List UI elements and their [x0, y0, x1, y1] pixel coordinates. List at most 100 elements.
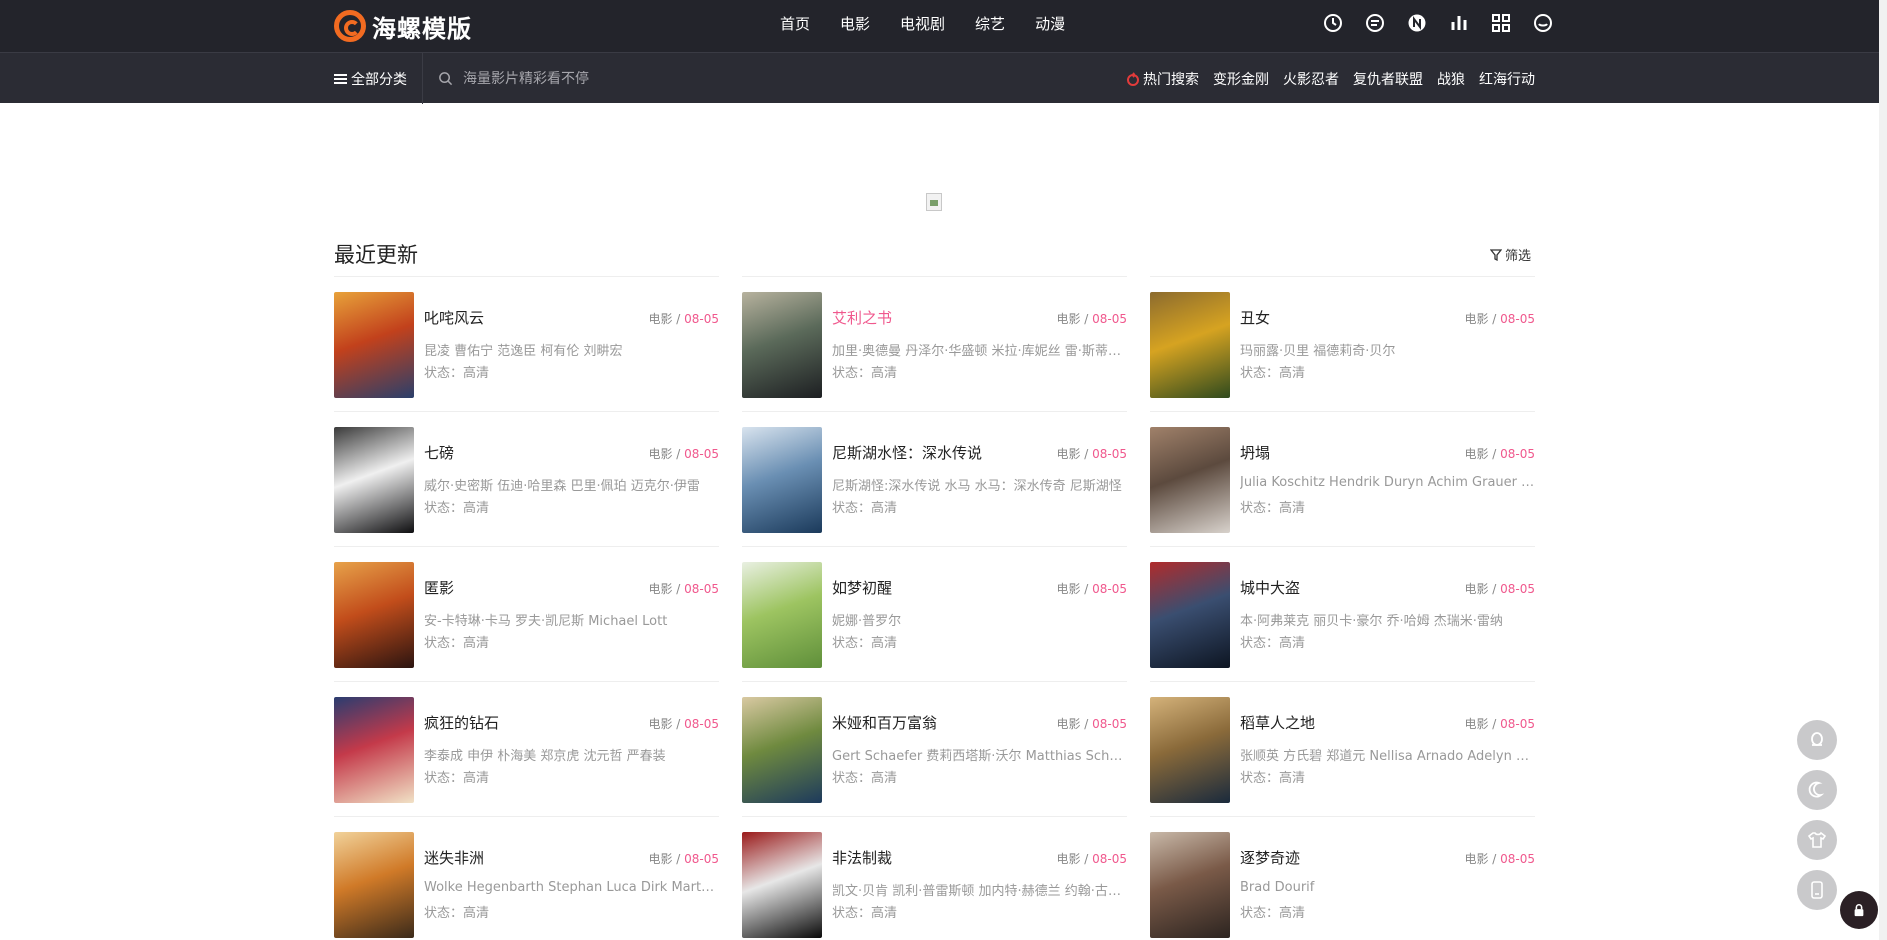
- shirt-icon: [1807, 831, 1827, 848]
- movie-status: 状态：高清: [832, 636, 898, 651]
- movie-card[interactable]: 迷失非洲 电影 / 08-05 Wolke Hegenbarth Stephan L…: [334, 816, 719, 938]
- message-icon[interactable]: [1364, 12, 1386, 34]
- site-logo[interactable]: 海螺模版: [334, 6, 472, 46]
- movie-poster[interactable]: [1150, 832, 1230, 938]
- filter-button[interactable]: 筛选: [1490, 245, 1531, 264]
- theme-button[interactable]: [1797, 820, 1837, 860]
- movie-poster[interactable]: [334, 427, 414, 533]
- movie-title[interactable]: 丑女: [1240, 307, 1270, 328]
- movie-date: 08-05: [684, 582, 719, 596]
- movie-card[interactable]: 逐梦奇迹 电影 / 08-05 Brad Dourif 状态：高清: [1150, 816, 1535, 938]
- nav-item-anime[interactable]: 动漫: [1035, 13, 1065, 34]
- search-input[interactable]: [463, 70, 763, 87]
- hot-search-item[interactable]: 火影忍者: [1283, 69, 1339, 89]
- movie-poster[interactable]: [742, 562, 822, 668]
- movie-card[interactable]: 七磅 电影 / 08-05 威尔·史密斯 伍迪·哈里森 巴里·佩珀 迈克尔·伊雷 状态…: [334, 411, 719, 533]
- movie-type: 电影 /: [1464, 582, 1501, 596]
- movie-poster[interactable]: [334, 832, 414, 938]
- movie-card[interactable]: 艾利之书 电影 / 08-05 加里·奥德曼 丹泽尔·华盛顿 米拉·库妮丝 雷·斯蒂…: [742, 276, 1127, 398]
- movie-status: 状态：高清: [1240, 636, 1306, 651]
- movie-actors: 凯文·贝肯 凯利·普雷斯顿 加内特·赫德兰 约翰·古德曼: [832, 884, 1127, 899]
- movie-poster[interactable]: [742, 292, 822, 398]
- movie-meta: 电影 / 08-05: [1464, 715, 1535, 732]
- movie-status: 状态：高清: [424, 636, 490, 651]
- movie-meta: 电影 / 08-05: [1464, 310, 1535, 327]
- movie-date: 08-05: [1092, 312, 1127, 326]
- movie-card[interactable]: 米娅和百万富翁 电影 / 08-05 Gert Schaefer 费莉西塔斯·沃尔 …: [742, 681, 1127, 803]
- clock-icon[interactable]: [1322, 12, 1344, 34]
- movie-actors: Gert Schaefer 费莉西塔斯·沃尔 Matthias Schweigh…: [832, 749, 1127, 764]
- movie-date: 08-05: [1500, 717, 1535, 731]
- movie-poster[interactable]: [742, 697, 822, 803]
- movie-card[interactable]: 匿影 电影 / 08-05 安-卡特琳·卡马 罗夫·凯尼斯 Michael Lott…: [334, 546, 719, 668]
- grid-icon[interactable]: [1490, 12, 1512, 34]
- notice-icon[interactable]: [1406, 12, 1428, 34]
- movie-card[interactable]: 非法制裁 电影 / 08-05 凯文·贝肯 凯利·普雷斯顿 加内特·赫德兰 约翰·古…: [742, 816, 1127, 938]
- page-scrollbar[interactable]: [1879, 0, 1887, 940]
- movie-card[interactable]: 丑女 电影 / 08-05 玛丽露·贝里 福德莉奇·贝尔 状态：高清: [1150, 276, 1535, 398]
- filter-label: 筛选: [1505, 249, 1532, 264]
- movie-title[interactable]: 城中大盗: [1240, 577, 1300, 598]
- movie-card[interactable]: 尼斯湖水怪：深水传说 电影 / 08-05 尼斯湖怪:深水传说 水马 水马：深水传奇…: [742, 411, 1127, 533]
- movie-card[interactable]: 疯狂的钻石 电影 / 08-05 李泰成 申伊 朴海美 郑京虎 沈元哲 严春装 状态：…: [334, 681, 719, 803]
- nav-item-tv[interactable]: 电视剧: [900, 13, 945, 34]
- movie-title[interactable]: 艾利之书: [832, 307, 892, 328]
- movie-title[interactable]: 坍塌: [1240, 442, 1270, 463]
- movie-title[interactable]: 逐梦奇迹: [1240, 847, 1300, 868]
- movie-title[interactable]: 稻草人之地: [1240, 712, 1315, 733]
- movie-poster[interactable]: [1150, 292, 1230, 398]
- all-categories-button[interactable]: 全部分类: [334, 53, 407, 104]
- movie-title[interactable]: 叱咤风云: [424, 307, 484, 328]
- movie-date: 08-05: [1500, 582, 1535, 596]
- movie-title[interactable]: 匿影: [424, 577, 454, 598]
- hot-search-item[interactable]: 复仇者联盟: [1353, 69, 1423, 89]
- movie-poster[interactable]: [334, 697, 414, 803]
- movie-date: 08-05: [684, 447, 719, 461]
- movie-title[interactable]: 非法制裁: [832, 847, 892, 868]
- hot-search-item[interactable]: 变形金刚: [1213, 69, 1269, 89]
- movie-card[interactable]: 稻草人之地 电影 / 08-05 张顺英 方氏碧 郑道元 Nellisa Arnad…: [1150, 681, 1535, 803]
- nav-item-home[interactable]: 首页: [780, 13, 810, 34]
- movie-meta: 电影 / 08-05: [648, 310, 719, 327]
- movie-card[interactable]: 叱咤风云 电影 / 08-05 昆凌 曹佑宁 范逸臣 柯有伦 刘畊宏 状态：高清: [334, 276, 719, 398]
- nav-item-variety[interactable]: 综艺: [975, 13, 1005, 34]
- movie-type: 电影 /: [1464, 312, 1501, 326]
- lock-button[interactable]: [1840, 891, 1878, 929]
- hot-search-item[interactable]: 红海行动: [1479, 69, 1535, 89]
- movie-poster[interactable]: [334, 562, 414, 668]
- movie-title[interactable]: 迷失非洲: [424, 847, 484, 868]
- movie-title[interactable]: 疯狂的钻石: [424, 712, 499, 733]
- movie-poster[interactable]: [742, 427, 822, 533]
- hot-search-item[interactable]: 战狼: [1437, 69, 1465, 89]
- movie-title[interactable]: 七磅: [424, 442, 454, 463]
- movie-card[interactable]: 坍塌 电影 / 08-05 Julia Koschitz Hendrik Duryn…: [1150, 411, 1535, 533]
- movie-meta: 电影 / 08-05: [1056, 715, 1127, 732]
- movie-meta: 电影 / 08-05: [1464, 850, 1535, 867]
- menu-icon: [334, 73, 347, 84]
- movie-title[interactable]: 尼斯湖水怪：深水传说: [832, 442, 982, 463]
- nav-item-movies[interactable]: 电影: [840, 13, 870, 34]
- movie-card[interactable]: 城中大盗 电影 / 08-05 本·阿弗莱克 丽贝卡·豪尔 乔·哈姆 杰瑞米·雷纳状…: [1150, 546, 1535, 668]
- movie-poster[interactable]: [1150, 562, 1230, 668]
- search-icon[interactable]: [438, 71, 453, 86]
- search-box: [438, 53, 763, 104]
- qq-button[interactable]: [1797, 720, 1837, 760]
- movie-type: 电影 /: [648, 312, 685, 326]
- movie-title[interactable]: 米娅和百万富翁: [832, 712, 937, 733]
- movie-title[interactable]: 如梦初醒: [832, 577, 892, 598]
- movie-poster[interactable]: [1150, 427, 1230, 533]
- movie-card[interactable]: 如梦初醒 电影 / 08-05 妮娜·普罗尔 状态：高清: [742, 546, 1127, 668]
- movie-poster[interactable]: [742, 832, 822, 938]
- movie-poster[interactable]: [334, 292, 414, 398]
- dark-mode-button[interactable]: [1797, 770, 1837, 810]
- main-nav: 首页 电影 电视剧 综艺 动漫: [780, 0, 1095, 46]
- movie-type: 电影 /: [1056, 852, 1093, 866]
- phone-icon: [1811, 881, 1823, 899]
- movie-poster[interactable]: [1150, 697, 1230, 803]
- chart-icon[interactable]: [1448, 12, 1470, 34]
- fire-icon: [1127, 71, 1139, 86]
- mobile-button[interactable]: [1797, 870, 1837, 910]
- banner-image-placeholder[interactable]: [926, 193, 942, 211]
- face-icon[interactable]: [1532, 12, 1554, 34]
- header-tools: [1322, 12, 1574, 34]
